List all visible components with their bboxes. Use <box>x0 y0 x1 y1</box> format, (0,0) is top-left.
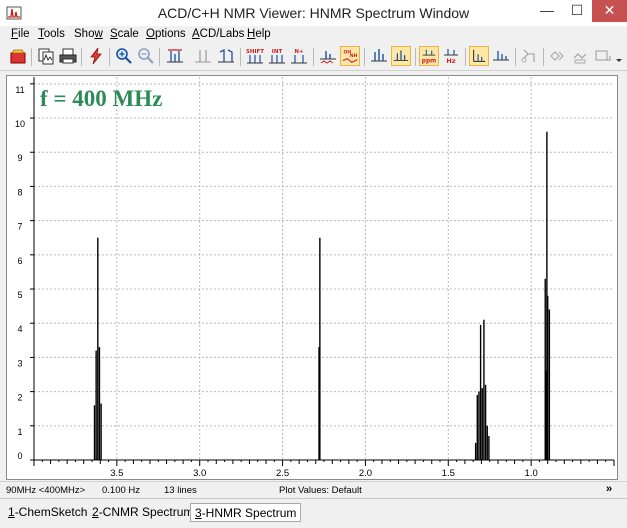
y-tick-label: 0 <box>17 451 22 461</box>
frequency-annotation: f = 400 MHz <box>40 86 163 111</box>
status-spectrometer: 90MHz <400MHz> <box>6 485 86 496</box>
toolbar-separator <box>81 48 82 66</box>
assign-icon[interactable] <box>519 46 539 66</box>
y-tick-label: 7 <box>17 222 22 232</box>
status-resolution: 0.100 Hz <box>102 485 141 496</box>
x-tick-label: 2.5 <box>276 468 289 479</box>
int-label: INT <box>272 49 283 55</box>
toolbar-separator <box>109 48 110 66</box>
hz-label: Hz <box>446 57 455 65</box>
tab-chemsketch[interactable]: 1-ChemSketch <box>4 503 91 522</box>
baseline-icon[interactable] <box>491 46 511 66</box>
y-tick-label: 3 <box>17 358 22 368</box>
open-file-icon[interactable] <box>8 46 28 66</box>
ppm-units-icon[interactable]: ppm <box>419 46 439 66</box>
title-bar: ACD/C+H NMR Viewer: HNMR Spectrum Window… <box>0 0 627 27</box>
tab-cnmr-spectrum[interactable]: 2-CNMR Spectrum <box>88 503 197 522</box>
menu-options[interactable]: Options <box>146 28 186 40</box>
hz-units-icon[interactable]: Hz <box>441 46 461 66</box>
window-tabs: 1-ChemSketch 2-CNMR Spectrum 3-HNMR Spec… <box>0 498 627 528</box>
y-tick-label: 6 <box>17 256 22 266</box>
copy-icon[interactable] <box>36 46 56 66</box>
structure-link-icon[interactable] <box>547 46 567 66</box>
menu-show[interactable]: Show <box>74 28 103 40</box>
close-button[interactable]: ✕ <box>592 0 627 22</box>
y-tick-label: 9 <box>17 153 22 163</box>
toolbar-separator <box>465 48 466 66</box>
toolbar-separator <box>159 48 160 66</box>
maximize-button[interactable]: ☐ <box>562 0 592 22</box>
menu-scale[interactable]: Scale <box>110 28 139 40</box>
y-tick-label: 5 <box>17 290 22 300</box>
y-tick-label: 4 <box>17 324 22 334</box>
toolbar-separator <box>240 48 241 66</box>
zoom-out-icon[interactable] <box>136 46 156 66</box>
toolbar-separator <box>543 48 544 66</box>
minimize-button[interactable]: — <box>532 0 562 22</box>
peak-pick-icon[interactable] <box>165 46 185 66</box>
lightning-icon[interactable] <box>86 46 106 66</box>
tab-hnmr-spectrum[interactable]: 3-HNMR Spectrum <box>190 503 302 522</box>
x-tick-label: 3.0 <box>193 468 206 479</box>
menu-bar: File Tools Show Scale Options ACD/Labs H… <box>0 26 627 44</box>
menu-file[interactable]: File <box>11 28 30 40</box>
solvent-icon[interactable] <box>318 46 338 66</box>
y-tick-label: 8 <box>17 187 22 197</box>
spectrum-stack-icon[interactable] <box>369 46 389 66</box>
y-tick-label: 11 <box>15 85 24 95</box>
x-tick-label: 3.5 <box>110 468 123 479</box>
oh-nh-icon[interactable]: OH NH <box>340 46 360 66</box>
status-plot-values: Plot Values: Default <box>279 485 362 496</box>
nplus-label: N+ <box>294 49 304 55</box>
menu-acdlabs[interactable]: ACD/Labs <box>192 28 244 40</box>
y-tick-label: 1 <box>17 427 22 437</box>
toolbar-separator <box>313 48 314 66</box>
zoom-in-icon[interactable] <box>114 46 134 66</box>
y-tick-label: 2 <box>17 393 22 403</box>
spectrum-view-icon[interactable] <box>391 46 411 66</box>
structure-export-icon[interactable] <box>593 46 613 66</box>
structure-check-icon[interactable] <box>570 46 590 66</box>
y-tick-label: 10 <box>15 119 25 129</box>
toolbar: SHIFT INT N+ OH NH ppm Hz <box>0 44 627 71</box>
couplings-icon[interactable] <box>216 46 236 66</box>
shift-label: SHIFT <box>246 49 264 55</box>
multiplet-icon[interactable] <box>193 46 213 66</box>
nh-label: NH <box>350 53 358 59</box>
nplus-icon[interactable]: N+ <box>289 46 309 66</box>
shift-icon[interactable]: SHIFT <box>245 46 265 66</box>
nmr-spectrum-chart[interactable]: 0 1 2 3 4 5 6 7 8 9 10 11 3.5 3.0 2.5 2.0 1.5 1.0 <box>6 75 618 480</box>
integral-icon[interactable]: INT <box>267 46 287 66</box>
status-bar: 90MHz <400MHz> 0.100 Hz 13 lines Plot Va… <box>0 481 627 499</box>
toolbar-separator <box>364 48 365 66</box>
axis-ticks-icon[interactable] <box>469 46 489 66</box>
toolbar-separator <box>415 48 416 66</box>
toolbar-separator <box>31 48 32 66</box>
menu-tools[interactable]: Tools <box>38 28 65 40</box>
toolbar-separator <box>515 48 516 66</box>
print-icon[interactable] <box>58 46 78 66</box>
status-lines: 13 lines <box>164 485 197 496</box>
toolbar-overflow-icon[interactable] <box>613 46 625 66</box>
x-tick-label: 2.0 <box>359 468 372 479</box>
x-tick-label: 1.0 <box>525 468 538 479</box>
status-more-button[interactable]: » <box>606 483 612 495</box>
ppm-label: ppm <box>422 58 436 64</box>
x-tick-label: 1.5 <box>442 468 455 479</box>
menu-help[interactable]: Help <box>247 28 271 40</box>
